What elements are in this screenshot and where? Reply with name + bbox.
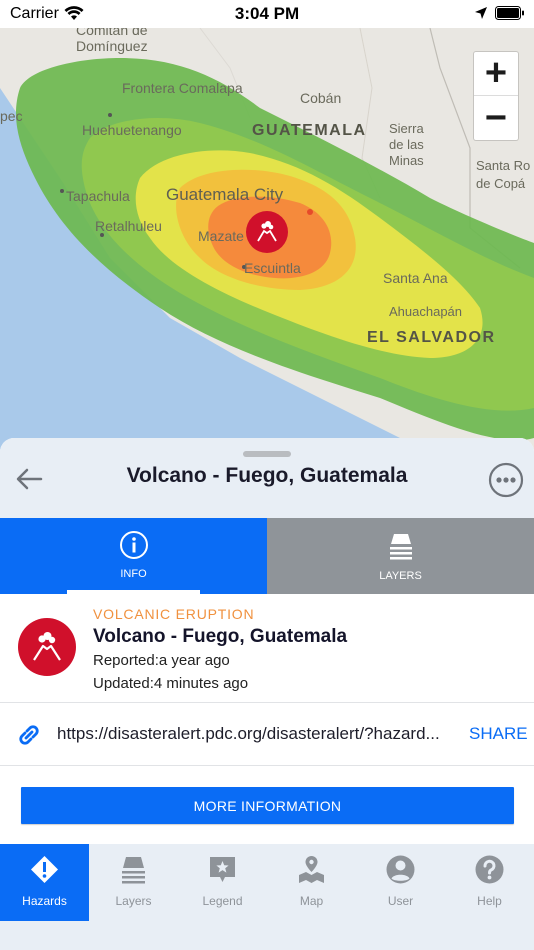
legend-icon xyxy=(210,857,235,882)
share-link-row: https://disasteralert.pdc.org/disasteral… xyxy=(0,703,534,765)
tab-layers-label: LAYERS xyxy=(379,570,422,582)
zoom-controls: + − xyxy=(474,52,518,140)
back-arrow-icon[interactable] xyxy=(14,464,44,494)
tab-info[interactable]: INFO xyxy=(0,518,267,594)
nav-layers[interactable]: Layers xyxy=(89,844,178,921)
volcano-marker[interactable] xyxy=(246,211,288,253)
map-label-escuintla: Escuintla xyxy=(244,260,301,276)
nav-map[interactable]: Map xyxy=(267,844,356,921)
layers-icon xyxy=(390,534,412,560)
nav-user-label: User xyxy=(387,894,414,908)
sheet-header: Volcano - Fuego, Guatemala xyxy=(0,438,534,518)
info-icon xyxy=(120,531,148,559)
nav-legend-label: Legend xyxy=(202,894,243,908)
map-label-mazatenango: Mazate xyxy=(198,228,244,244)
hazard-map[interactable]: Comitán de Domínguez Frontera Comalapa C… xyxy=(0,28,534,468)
map-label-guatemala: GUATEMALA xyxy=(252,122,367,139)
map-label-santa-ana: Santa Ana xyxy=(383,270,448,286)
nav-user[interactable]: User xyxy=(356,844,445,921)
hazard-url[interactable]: https://disasteralert.pdc.org/disasteral… xyxy=(57,724,457,744)
map-icon xyxy=(299,856,324,883)
tab-layers[interactable]: LAYERS xyxy=(267,518,534,594)
zoom-in-button[interactable]: + xyxy=(474,52,518,96)
event-updated: Updated:4 minutes ago xyxy=(93,675,249,692)
event-hazard-badge xyxy=(18,618,76,676)
map-label-el-salvador: EL SALVADOR xyxy=(367,329,496,346)
drag-handle[interactable] xyxy=(243,451,291,457)
location-arrow-icon xyxy=(475,7,487,19)
map-label-de-las: de las xyxy=(389,137,424,152)
nav-help-label: Help xyxy=(477,894,502,908)
event-summary: VOLCANIC ERUPTION Volcano - Fuego, Guate… xyxy=(0,594,534,702)
map-label-frontera: Frontera Comalapa xyxy=(122,80,243,96)
event-reported: Reported:a year ago xyxy=(93,652,230,669)
map-label-coban: Cobán xyxy=(300,90,342,106)
more-information-button[interactable]: MORE INFORMATION xyxy=(21,787,514,824)
bottom-navigation: Hazards Layers Legend Map User Help xyxy=(0,844,534,950)
map-label-pec: pec xyxy=(0,108,23,124)
battery-icon xyxy=(495,6,524,20)
clock: 3:04 PM xyxy=(234,4,300,23)
sheet-title: Volcano - Fuego, Guatemala xyxy=(126,464,408,487)
share-button[interactable]: SHARE xyxy=(469,724,528,744)
divider xyxy=(0,765,534,766)
map-label-comitan: Comitán de xyxy=(76,28,148,38)
map-label-retalhuleu: Retalhuleu xyxy=(95,218,162,234)
nav-legend[interactable]: Legend xyxy=(178,844,267,921)
zoom-out-button[interactable]: − xyxy=(474,96,518,140)
map-label-dominguez: Domínguez xyxy=(76,38,148,54)
nav-hazards-label: Hazards xyxy=(22,894,67,908)
event-title: Volcano - Fuego, Guatemala xyxy=(93,626,348,647)
volcano-icon xyxy=(257,221,277,242)
map-label-ahuachapan: Ahuachapán xyxy=(389,304,463,319)
event-category: VOLCANIC ERUPTION xyxy=(93,606,255,622)
map-label-minas: Minas xyxy=(389,153,424,168)
link-icon xyxy=(19,725,39,745)
help-icon xyxy=(475,855,504,884)
more-options-icon[interactable] xyxy=(488,462,524,498)
nav-layers-label: Layers xyxy=(115,894,152,908)
map-label-sierra: Sierra xyxy=(389,121,424,136)
map-label-guatemala-city: Guatemala City xyxy=(166,185,284,204)
map-label-huehuetenango: Huehuetenango xyxy=(82,122,182,138)
map-label-de-copan: de Copá xyxy=(476,176,526,191)
map-label-tapachula: Tapachula xyxy=(66,188,130,204)
volcano-icon xyxy=(33,632,61,661)
layers-icon xyxy=(122,857,145,884)
map-label-santa-rosa: Santa Ro xyxy=(476,158,531,173)
status-bar: Carrier 3:04 PM xyxy=(0,0,534,28)
nav-map-label: Map xyxy=(299,894,324,908)
detail-tabs: INFO LAYERS xyxy=(0,518,534,594)
tab-info-label: INFO xyxy=(120,568,147,580)
hazard-warning-icon xyxy=(31,856,58,883)
user-icon xyxy=(386,855,415,884)
nav-help[interactable]: Help xyxy=(445,844,534,921)
nav-hazards[interactable]: Hazards xyxy=(0,844,89,921)
